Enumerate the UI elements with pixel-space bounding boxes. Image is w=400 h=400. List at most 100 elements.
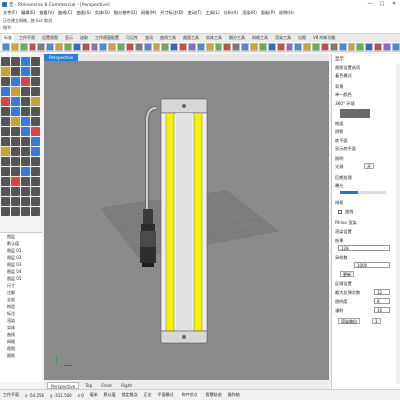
menu-item[interactable]: 分析(A) <box>224 10 239 16</box>
viewport-tab[interactable]: Front <box>98 382 115 389</box>
status-layer[interactable]: 默认值 <box>104 392 116 398</box>
menu-item[interactable]: 变动(T) <box>187 10 201 16</box>
update-button[interactable]: 更新 <box>340 271 354 277</box>
viewport-tab[interactable]: Top <box>82 382 95 389</box>
shadows-option[interactable]: 阴影 <box>335 129 343 135</box>
section-region[interactable]: 区域设置 <box>335 281 352 287</box>
perspective-viewport[interactable] <box>44 61 329 380</box>
toolbar-command-icon[interactable] <box>134 42 143 51</box>
sidebar-tool-icon[interactable] <box>1 177 10 186</box>
toolbar-tab[interactable]: 出图 <box>296 34 308 42</box>
section-ground[interactable]: 地面 <box>335 121 343 127</box>
resolution-input[interactable]: 128 <box>338 245 390 251</box>
sidebar-tool-icon[interactable] <box>11 97 20 106</box>
sidebar-tool-icon[interactable] <box>11 67 20 76</box>
toolbar-command-icon[interactable] <box>72 42 81 51</box>
status-ortho[interactable]: 正交 <box>144 392 152 398</box>
sidebar-tool-icon[interactable] <box>21 157 30 166</box>
status-osnap[interactable]: 物件锁点 <box>179 392 200 398</box>
toolbar-command-icon[interactable] <box>241 42 250 51</box>
sidebar-tool-icon[interactable] <box>1 147 10 156</box>
layer-item[interactable]: 图层 02 <box>0 254 42 261</box>
section-wireframe[interactable]: 线框 <box>335 200 343 206</box>
toolbar-command-icon[interactable] <box>329 42 338 51</box>
sidebar-tool-icon[interactable] <box>21 207 30 216</box>
layer-item[interactable]: 网格 <box>0 338 42 345</box>
sidebar-tool-icon[interactable] <box>31 187 40 196</box>
sidebar-tool-icon[interactable] <box>31 97 40 106</box>
sidebar-tool-icon[interactable] <box>11 77 20 86</box>
sidebar-tool-icon[interactable] <box>11 187 20 196</box>
sidebar-tool-icon[interactable] <box>31 197 40 206</box>
sidebar-tool-icon[interactable] <box>11 207 20 216</box>
sidebar-tool-icon[interactable] <box>21 177 30 186</box>
sidebar-tool-icon[interactable] <box>21 197 30 206</box>
command-prompt[interactable]: 指令: <box>3 24 12 31</box>
sidebar-tool-icon[interactable] <box>1 157 10 166</box>
toolbar-command-icon[interactable] <box>365 42 374 51</box>
menu-item[interactable]: 曲面(S) <box>76 10 90 16</box>
toolbar-command-icon[interactable] <box>267 42 276 51</box>
toolbar-command-icon[interactable] <box>232 42 241 51</box>
sidebar-tool-icon[interactable] <box>11 147 20 156</box>
sidebar-tool-icon[interactable] <box>11 137 20 146</box>
toolbar-command-icon[interactable] <box>391 42 400 51</box>
toolbar-command-icon[interactable] <box>382 42 391 51</box>
sidebar-tool-icon[interactable] <box>21 137 30 146</box>
toolbar-command-icon[interactable] <box>81 42 90 51</box>
sidebar-tool-icon[interactable] <box>31 67 40 76</box>
toolbar-command-icon[interactable] <box>28 42 37 51</box>
sidebar-tool-icon[interactable] <box>21 117 30 126</box>
toolbar-command-icon[interactable] <box>188 42 196 51</box>
toolbar-command-icon[interactable] <box>64 42 72 51</box>
toolbar-command-icon[interactable] <box>374 42 382 51</box>
toolbar-command-icon[interactable] <box>285 42 294 51</box>
toolbar-tab[interactable]: 曲面工具 <box>181 34 201 42</box>
background-option[interactable]: 单一颜色 <box>335 92 352 98</box>
sidebar-tool-icon[interactable] <box>31 77 40 86</box>
command-area[interactable]: 正在建立网格...按 Esc 取消 指令: <box>0 17 400 34</box>
layer-item[interactable]: 构造 <box>0 303 42 310</box>
toolbar-command-icon[interactable] <box>179 42 188 51</box>
toolbar-command-icon[interactable] <box>276 42 285 51</box>
render-count-button[interactable]: 3 <box>372 318 381 324</box>
sidebar-tool-icon[interactable] <box>31 137 40 146</box>
sidebar-tool-icon[interactable] <box>1 97 10 106</box>
layer-item[interactable]: 尺寸 <box>0 282 42 289</box>
ground-plane-option[interactable]: 显示底平面 <box>335 146 356 152</box>
sidebar-tool-icon[interactable] <box>11 127 20 136</box>
menu-item[interactable]: 细分物件(D) <box>114 10 137 16</box>
section-360-env[interactable]: 360° 环境 <box>335 101 355 107</box>
sidebar-tool-icon[interactable] <box>31 87 40 96</box>
menu-item[interactable]: 面板(P) <box>261 10 275 16</box>
toolbar-command-icon[interactable] <box>294 42 303 51</box>
sidebar-tool-icon[interactable] <box>21 147 30 156</box>
toolbar-command-icon[interactable] <box>46 42 55 51</box>
toolbar-tab[interactable]: 曲线工具 <box>158 34 178 42</box>
layer-item[interactable]: 图层 <box>0 233 42 240</box>
toolbar-command-icon[interactable] <box>312 42 320 51</box>
sidebar-tool-icon[interactable] <box>21 167 30 176</box>
max-bounces-input[interactable]: 32 <box>374 289 390 295</box>
sidebar-tool-icon[interactable] <box>1 67 10 76</box>
sidebar-tool-icon[interactable] <box>31 167 40 176</box>
toolbar-tab[interactable]: 显示 <box>63 34 75 42</box>
sidebar-tool-icon[interactable] <box>21 97 30 106</box>
curves-checkbox[interactable] <box>338 210 342 214</box>
menu-item[interactable]: 工具(L) <box>206 10 220 16</box>
sidebar-tool-icon[interactable] <box>1 117 10 126</box>
sidebar-tool-icon[interactable] <box>1 197 10 206</box>
sidebar-tool-icon[interactable] <box>11 177 20 186</box>
sidebar-tool-icon[interactable] <box>1 207 10 216</box>
close-button[interactable]: ✕ <box>388 0 400 9</box>
toolbar-command-icon[interactable] <box>10 42 19 51</box>
section-post-processing[interactable]: 后期处理 <box>335 175 352 181</box>
toolbar-command-icon[interactable] <box>90 42 99 51</box>
toolbar-tab[interactable]: 工作平面 <box>17 34 37 42</box>
toolbar-command-icon[interactable] <box>99 42 108 51</box>
sidebar-tool-icon[interactable] <box>21 127 30 136</box>
toolbar-command-icon[interactable] <box>143 42 152 51</box>
toolbar-tab[interactable]: 变动 <box>143 34 155 42</box>
toolbar-command-icon[interactable] <box>19 42 28 51</box>
layer-item[interactable]: 实体 <box>0 324 42 331</box>
